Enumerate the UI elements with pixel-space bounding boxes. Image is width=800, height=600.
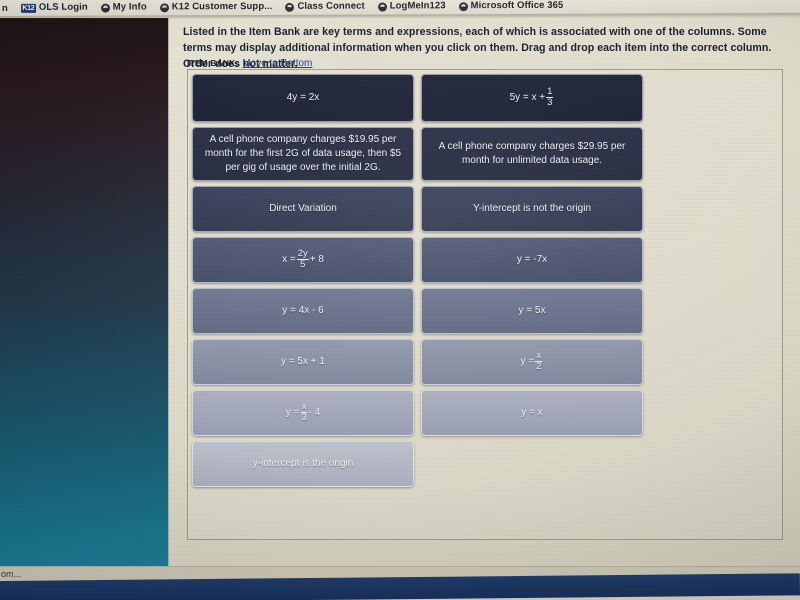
page-body: Listed in the Item Bank are key terms an… bbox=[0, 18, 800, 580]
tile-label: y = 5x + 1 bbox=[281, 356, 325, 367]
item-bank-tile[interactable]: x = 2y 5 + 8 bbox=[192, 237, 414, 283]
item-bank-row: y = 5x + 1 y = x2 bbox=[192, 339, 644, 385]
tile-label: A cell phone company charges $19.95 per … bbox=[204, 134, 402, 173]
item-bank-tile[interactable]: 4y = 2x bbox=[192, 74, 414, 122]
item-bank-tile[interactable]: 5y = x + 13 bbox=[421, 74, 643, 122]
activity-content-panel: Listed in the Item Bank are key terms an… bbox=[168, 18, 800, 566]
item-bank-row: A cell phone company charges $19.95 per … bbox=[192, 127, 644, 181]
tile-expression-prefix: 5y = x + bbox=[509, 92, 546, 103]
item-bank-container: 4y = 2x 5y = x + 13 A cell phone company c… bbox=[187, 69, 783, 540]
tile-expression-prefix: x = bbox=[282, 254, 296, 265]
tile-label: 4y = 2x bbox=[286, 92, 320, 103]
item-bank-tile[interactable]: y = 5x + 1 bbox=[192, 339, 414, 385]
globe-favicon bbox=[458, 1, 468, 11]
bookmark-logmein123[interactable]: LogMeIn123 bbox=[377, 0, 446, 12]
bookmark-label: My Info bbox=[112, 1, 147, 13]
fraction-denominator: 5 bbox=[300, 259, 306, 270]
fraction-denominator: 3 bbox=[301, 412, 307, 423]
globe-favicon bbox=[159, 2, 169, 12]
tile-label: A cell phone company charges $29.95 per … bbox=[438, 141, 626, 166]
tile-expression-suffix: + 8 bbox=[309, 254, 324, 265]
bookmark-ols-login[interactable]: K12 OLS Login bbox=[20, 1, 88, 14]
tile-label: y-intercept is the origin bbox=[252, 458, 354, 469]
tile-label: y = 5x bbox=[518, 305, 546, 316]
fraction-denominator: 3 bbox=[547, 97, 553, 108]
item-bank-tile[interactable]: Y-intercept is not the origin bbox=[421, 186, 643, 232]
screen-photo: n K12 OLS Login My Info K12 Customer Sup… bbox=[0, 0, 800, 600]
tile-label: y = 4x - 6 bbox=[282, 305, 324, 316]
item-bank-tile[interactable]: A cell phone company charges $29.95 per … bbox=[421, 127, 643, 181]
bookmark-label: Class Connect bbox=[297, 0, 365, 13]
fraction-denominator: 2 bbox=[536, 361, 542, 372]
bookmark-label: Microsoft Office 365 bbox=[470, 0, 564, 12]
tile-fraction: x2 bbox=[535, 351, 543, 372]
status-text: om... bbox=[1, 568, 22, 579]
tile-label: y = -7x bbox=[516, 254, 548, 265]
item-bank-slot-empty bbox=[421, 441, 643, 487]
tile-fraction: x3 bbox=[300, 402, 308, 423]
bookmark-label: K12 Customer Supp... bbox=[171, 1, 273, 13]
bookmark-class-connect[interactable]: Class Connect bbox=[285, 0, 365, 13]
k12-favicon: K12 bbox=[20, 3, 36, 13]
tile-expression-prefix: y = bbox=[285, 407, 300, 418]
left-navigation-rail[interactable] bbox=[0, 18, 168, 566]
bookmarks-leading-partial: n bbox=[2, 2, 8, 14]
item-bank-tile[interactable]: A cell phone company charges $19.95 per … bbox=[192, 127, 414, 181]
globe-favicon bbox=[285, 2, 295, 12]
tile-fraction: 13 bbox=[546, 87, 554, 108]
item-bank-tile[interactable]: y = x3 - 4 bbox=[192, 390, 414, 436]
bookmark-microsoft-office-365[interactable]: Microsoft Office 365 bbox=[458, 0, 564, 12]
item-bank-tile[interactable]: y = x2 bbox=[421, 339, 643, 385]
tile-label: Y-intercept is not the origin bbox=[472, 203, 592, 214]
item-bank-row: y-intercept is the origin bbox=[192, 441, 644, 487]
item-bank-row: y = 4x - 6 y = 5x bbox=[192, 288, 644, 334]
item-bank-tile[interactable]: y-intercept is the origin bbox=[192, 441, 414, 487]
item-bank-row: y = x3 - 4 y = x bbox=[192, 390, 644, 436]
item-bank-row: x = 2y 5 + 8 y = -7x bbox=[192, 237, 644, 283]
item-bank-tile[interactable]: y = 5x bbox=[421, 288, 643, 334]
item-bank-label: ITEM BANK: bbox=[187, 58, 239, 68]
tile-label: Direct Variation bbox=[269, 203, 337, 214]
tile-expression-suffix: - 4 bbox=[308, 407, 321, 418]
tile-label: y = x bbox=[521, 407, 543, 418]
tile-expression-prefix: y = bbox=[520, 356, 535, 367]
globe-favicon bbox=[377, 2, 387, 12]
bookmark-label: OLS Login bbox=[38, 1, 88, 14]
item-bank-tile[interactable]: y = -7x bbox=[421, 237, 643, 283]
bookmark-label: LogMeIn123 bbox=[389, 0, 446, 12]
item-bank-tile[interactable]: y = 4x - 6 bbox=[192, 288, 414, 334]
bookmark-k12-customer-support[interactable]: K12 Customer Supp... bbox=[159, 1, 273, 13]
item-bank-tile[interactable]: Direct Variation bbox=[192, 186, 414, 232]
item-bank-row: Direct Variation Y-intercept is not the o… bbox=[192, 186, 644, 232]
bookmark-my-info[interactable]: My Info bbox=[100, 1, 147, 13]
globe-favicon bbox=[100, 3, 110, 13]
item-bank-header: ITEM BANK: Move to Bottom bbox=[187, 58, 312, 69]
move-to-bottom-link[interactable]: Move to Bottom bbox=[242, 58, 312, 69]
item-bank-tile[interactable]: y = x bbox=[421, 390, 643, 436]
tile-fraction: 2y 5 bbox=[296, 249, 309, 270]
item-bank-tile-grid: 4y = 2x 5y = x + 13 A cell phone company c… bbox=[192, 74, 644, 487]
item-bank-row: 4y = 2x 5y = x + 13 bbox=[192, 74, 644, 122]
